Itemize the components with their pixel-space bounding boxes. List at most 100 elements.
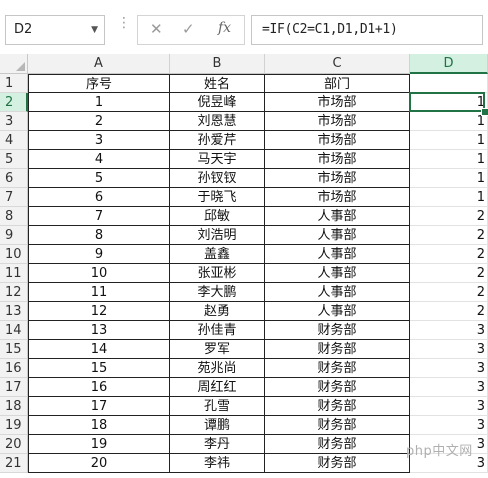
cell-d5[interactable]: 1 — [410, 150, 488, 169]
row-header-12[interactable]: 12 — [0, 283, 28, 302]
cell-b1[interactable]: 姓名 — [170, 74, 265, 93]
cell-d9[interactable]: 2 — [410, 226, 488, 245]
cell-c20[interactable]: 财务部 — [265, 435, 410, 454]
cell-c1[interactable]: 部门 — [265, 74, 410, 93]
cell-c15[interactable]: 财务部 — [265, 340, 410, 359]
cell-b20[interactable]: 李丹 — [170, 435, 265, 454]
cell-b21[interactable]: 李祎 — [170, 454, 265, 473]
cell-a10[interactable]: 9 — [28, 245, 170, 264]
cell-c12[interactable]: 人事部 — [265, 283, 410, 302]
cell-c5[interactable]: 市场部 — [265, 150, 410, 169]
row-header-19[interactable]: 19 — [0, 416, 28, 435]
column-header-d[interactable]: D — [410, 54, 488, 74]
cell-a19[interactable]: 18 — [28, 416, 170, 435]
row-header-16[interactable]: 16 — [0, 359, 28, 378]
cell-a14[interactable]: 13 — [28, 321, 170, 340]
cell-b11[interactable]: 张亚彬 — [170, 264, 265, 283]
cell-d10[interactable]: 2 — [410, 245, 488, 264]
cell-a11[interactable]: 10 — [28, 264, 170, 283]
cell-a9[interactable]: 8 — [28, 226, 170, 245]
cell-b9[interactable]: 刘浩明 — [170, 226, 265, 245]
cell-a4[interactable]: 3 — [28, 131, 170, 150]
cell-c21[interactable]: 财务部 — [265, 454, 410, 473]
cell-d16[interactable]: 3 — [410, 359, 488, 378]
formula-input[interactable]: =IF(C2=C1,D1,D1+1) — [251, 15, 483, 45]
cell-b3[interactable]: 刘恩慧 — [170, 112, 265, 131]
cell-d18[interactable]: 3 — [410, 397, 488, 416]
cell-c11[interactable]: 人事部 — [265, 264, 410, 283]
cell-b13[interactable]: 赵勇 — [170, 302, 265, 321]
row-header-17[interactable]: 17 — [0, 378, 28, 397]
column-header-b[interactable]: B — [170, 54, 265, 74]
name-box[interactable]: D2 ▼ — [5, 15, 105, 45]
cell-c13[interactable]: 人事部 — [265, 302, 410, 321]
cell-c14[interactable]: 财务部 — [265, 321, 410, 340]
insert-function-icon[interactable]: fx — [218, 20, 231, 36]
column-header-a[interactable]: A — [28, 54, 170, 74]
cell-b5[interactable]: 马天宇 — [170, 150, 265, 169]
row-header-14[interactable]: 14 — [0, 321, 28, 340]
cell-d1[interactable] — [410, 74, 488, 93]
fill-handle[interactable] — [481, 108, 488, 116]
cell-b6[interactable]: 孙钗钗 — [170, 169, 265, 188]
cancel-icon[interactable]: ✕ — [150, 20, 163, 38]
cell-d12[interactable]: 2 — [410, 283, 488, 302]
column-header-c[interactable]: C — [265, 54, 410, 74]
cell-a18[interactable]: 17 — [28, 397, 170, 416]
row-header-7[interactable]: 7 — [0, 188, 28, 207]
cell-b4[interactable]: 孙爱芹 — [170, 131, 265, 150]
cell-c16[interactable]: 财务部 — [265, 359, 410, 378]
cell-a17[interactable]: 16 — [28, 378, 170, 397]
cell-d2[interactable]: 1 — [410, 93, 488, 112]
cell-d6[interactable]: 1 — [410, 169, 488, 188]
cell-c18[interactable]: 财务部 — [265, 397, 410, 416]
cell-b17[interactable]: 周红红 — [170, 378, 265, 397]
cell-b10[interactable]: 盖鑫 — [170, 245, 265, 264]
row-header-13[interactable]: 13 — [0, 302, 28, 321]
cell-c10[interactable]: 人事部 — [265, 245, 410, 264]
cell-a12[interactable]: 11 — [28, 283, 170, 302]
cell-d8[interactable]: 2 — [410, 207, 488, 226]
cell-b8[interactable]: 邱敏 — [170, 207, 265, 226]
cell-c19[interactable]: 财务部 — [265, 416, 410, 435]
cell-a7[interactable]: 6 — [28, 188, 170, 207]
cell-c6[interactable]: 市场部 — [265, 169, 410, 188]
row-header-8[interactable]: 8 — [0, 207, 28, 226]
cell-a21[interactable]: 20 — [28, 454, 170, 473]
row-header-21[interactable]: 21 — [0, 454, 28, 473]
cell-c17[interactable]: 财务部 — [265, 378, 410, 397]
cell-d14[interactable]: 3 — [410, 321, 488, 340]
cell-c3[interactable]: 市场部 — [265, 112, 410, 131]
cell-d7[interactable]: 1 — [410, 188, 488, 207]
cell-a5[interactable]: 4 — [28, 150, 170, 169]
cell-c4[interactable]: 市场部 — [265, 131, 410, 150]
cell-c9[interactable]: 人事部 — [265, 226, 410, 245]
cell-b16[interactable]: 苑兆尚 — [170, 359, 265, 378]
cell-d15[interactable]: 3 — [410, 340, 488, 359]
cell-a15[interactable]: 14 — [28, 340, 170, 359]
cell-d13[interactable]: 2 — [410, 302, 488, 321]
cell-d17[interactable]: 3 — [410, 378, 488, 397]
row-header-18[interactable]: 18 — [0, 397, 28, 416]
cell-a6[interactable]: 5 — [28, 169, 170, 188]
cell-d19[interactable]: 3 — [410, 416, 488, 435]
cell-a3[interactable]: 2 — [28, 112, 170, 131]
cell-b2[interactable]: 倪昱峰 — [170, 93, 265, 112]
cell-d3[interactable]: 1 — [410, 112, 488, 131]
cell-a16[interactable]: 15 — [28, 359, 170, 378]
cell-b7[interactable]: 于晓飞 — [170, 188, 265, 207]
check-icon[interactable]: ✓ — [182, 20, 195, 38]
cell-a8[interactable]: 7 — [28, 207, 170, 226]
row-header-9[interactable]: 9 — [0, 226, 28, 245]
row-header-10[interactable]: 10 — [0, 245, 28, 264]
cell-a13[interactable]: 12 — [28, 302, 170, 321]
row-header-3[interactable]: 3 — [0, 112, 28, 131]
cell-c7[interactable]: 市场部 — [265, 188, 410, 207]
chevron-down-icon[interactable]: ▼ — [91, 25, 98, 35]
cell-b12[interactable]: 李大鹏 — [170, 283, 265, 302]
cell-d11[interactable]: 2 — [410, 264, 488, 283]
row-header-20[interactable]: 20 — [0, 435, 28, 454]
row-header-2[interactable]: 2 — [0, 93, 28, 112]
cell-d4[interactable]: 1 — [410, 131, 488, 150]
cell-c2[interactable]: 市场部 — [265, 93, 410, 112]
